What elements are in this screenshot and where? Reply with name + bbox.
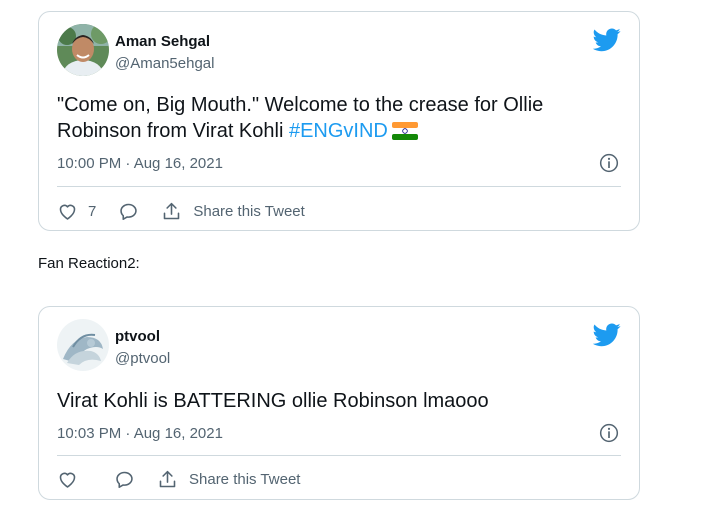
reply-button[interactable] <box>114 469 135 490</box>
author-handle[interactable]: @ptvool <box>115 350 170 367</box>
author-name[interactable]: ptvool <box>115 328 160 345</box>
reply-icon <box>120 203 138 220</box>
avatar[interactable] <box>57 319 109 371</box>
author-handle[interactable]: @Aman5ehgal <box>115 55 214 72</box>
tweet-text: "Come on, Big Mouth." Welcome to the cre… <box>57 92 621 144</box>
avatar[interactable] <box>57 24 109 76</box>
reply-icon <box>116 471 133 488</box>
tweet-actions: Share this Tweet <box>57 464 621 494</box>
like-button[interactable] <box>57 469 78 490</box>
twitter-bird-icon[interactable] <box>593 28 621 52</box>
avatar-photo <box>57 319 109 371</box>
info-icon[interactable] <box>599 153 619 173</box>
divider <box>57 186 621 187</box>
heart-icon <box>59 472 76 488</box>
tweet-text: Virat Kohli is BATTERING ollie Robinson … <box>57 390 489 412</box>
twitter-bird-icon[interactable] <box>593 323 621 347</box>
tweet-card[interactable]: ptvool @ptvool Virat Kohli is BATTERING … <box>38 306 640 500</box>
tweet-timestamp[interactable]: 10:00 PM · Aug 16, 2021 <box>57 155 223 172</box>
heart-icon <box>59 204 76 220</box>
share-icon <box>164 202 180 219</box>
tweet-timestamp[interactable]: 10:03 PM · Aug 16, 2021 <box>57 425 223 442</box>
reply-button[interactable] <box>118 201 139 222</box>
india-flag-icon <box>391 122 418 140</box>
share-label: Share this Tweet <box>193 202 305 220</box>
like-button[interactable]: 7 <box>57 201 96 222</box>
info-icon[interactable] <box>599 423 619 443</box>
tweet-actions: 7 Share this Tweet <box>57 196 621 226</box>
like-count: 7 <box>88 202 97 220</box>
avatar-photo <box>57 24 109 76</box>
caption-text: Fan Reaction2: <box>38 255 140 272</box>
hashtag-link[interactable]: #ENGvIND <box>289 120 388 142</box>
share-label: Share this Tweet <box>189 470 301 488</box>
share-button[interactable]: Share this Tweet <box>161 201 305 222</box>
share-button[interactable]: Share this Tweet <box>157 469 300 490</box>
share-icon <box>159 470 176 487</box>
author-name[interactable]: Aman Sehgal <box>115 33 210 50</box>
tweet-card[interactable]: Aman Sehgal @Aman5ehgal "Come on, Big Mo… <box>38 11 640 231</box>
divider <box>57 455 621 456</box>
